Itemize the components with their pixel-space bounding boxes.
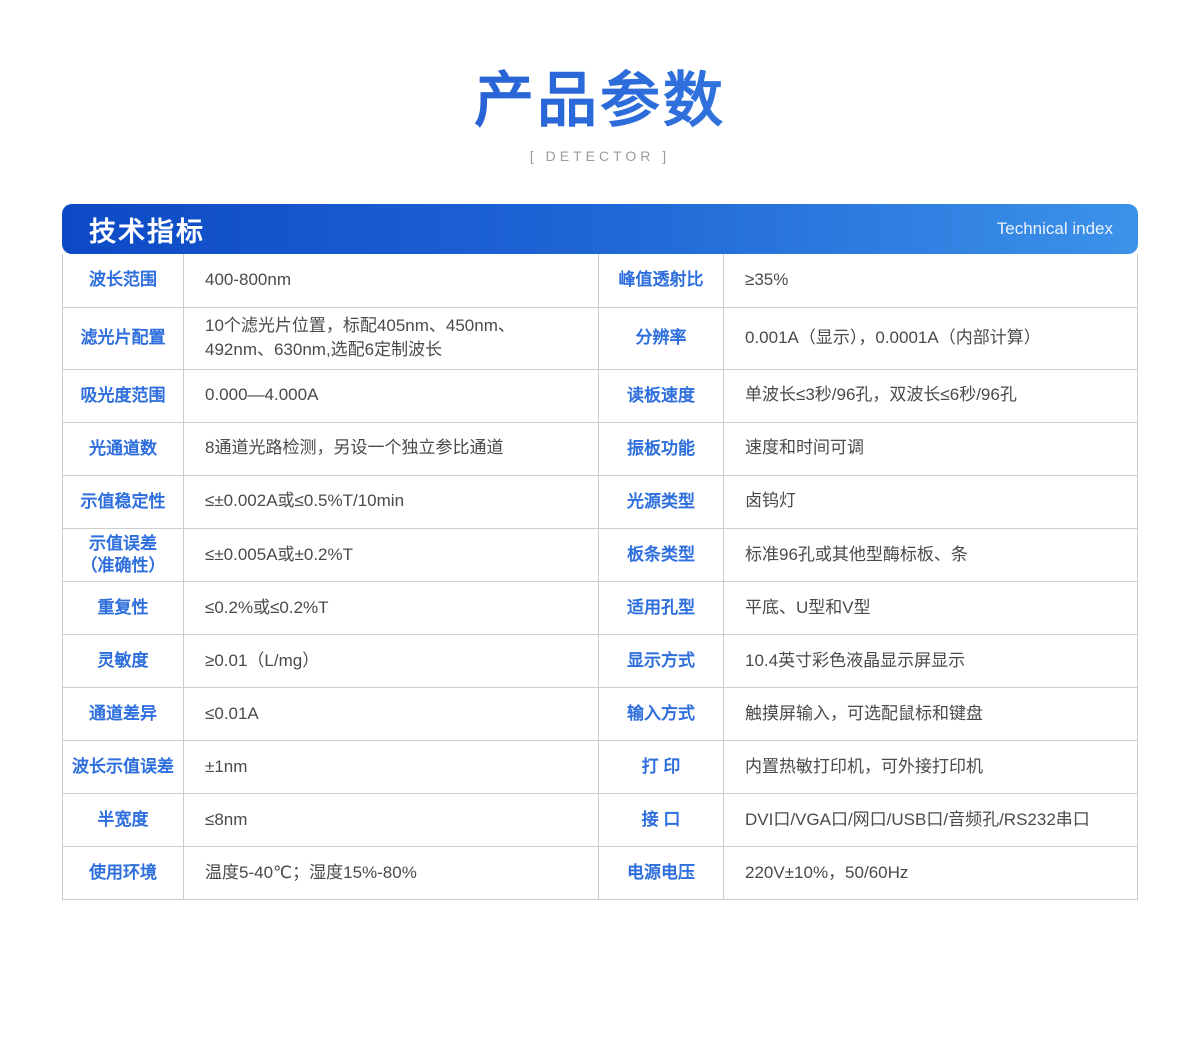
spec-label: 读板速度 (599, 369, 724, 422)
spec-value: ≥35% (724, 254, 1138, 307)
spec-value: 卤钨灯 (724, 475, 1138, 528)
table-row: 重复性 ≤0.2%或≤0.2%T 适用孔型 平底、U型和V型 (63, 581, 1138, 634)
spec-label: 波长示值误差 (63, 740, 184, 793)
table-row: 灵敏度 ≥0.01（L/mg） 显示方式 10.4英寸彩色液晶显示屏显示 (63, 634, 1138, 687)
table-row: 波长范围 400-800nm 峰值透射比 ≥35% (63, 254, 1138, 307)
spec-label: 板条类型 (599, 528, 724, 581)
spec-value: ≤0.01A (184, 687, 599, 740)
spec-value: 400-800nm (184, 254, 599, 307)
spec-value: 温度5-40℃；湿度15%-80% (184, 846, 599, 899)
panel-title: 技术指标 (89, 210, 205, 249)
panel-header: 技术指标 Technical index (62, 204, 1138, 254)
spec-value: 触摸屏输入，可选配鼠标和键盘 (724, 687, 1138, 740)
spec-value: 0.001A（显示），0.0001A（内部计算） (724, 307, 1138, 369)
spec-value: 标准96孔或其他型酶标板、条 (724, 528, 1138, 581)
table-row: 通道差异 ≤0.01A 输入方式 触摸屏输入，可选配鼠标和键盘 (63, 687, 1138, 740)
spec-value: 速度和时间可调 (724, 422, 1138, 475)
spec-value: ±1nm (184, 740, 599, 793)
spec-label: 接 口 (599, 793, 724, 846)
page-subtitle: [ DETECTOR ] (0, 148, 1200, 164)
page: 产品参数 [ DETECTOR ] 技术指标 Technical index 波… (0, 68, 1200, 900)
spec-value: 220V±10%，50/60Hz (724, 846, 1138, 899)
spec-value: ≤8nm (184, 793, 599, 846)
spec-value: 0.000—4.000A (184, 369, 599, 422)
spec-value: ≤0.2%或≤0.2%T (184, 581, 599, 634)
table-row: 示值误差 （准确性） ≤±0.005A或±0.2%T 板条类型 标准96孔或其他… (63, 528, 1138, 581)
spec-label: 分辨率 (599, 307, 724, 369)
spec-label: 峰值透射比 (599, 254, 724, 307)
spec-label: 示值误差 （准确性） (63, 528, 184, 581)
spec-label: 显示方式 (599, 634, 724, 687)
spec-label: 通道差异 (63, 687, 184, 740)
spec-value: DVI口/VGA口/网口/USB口/音频孔/RS232串口 (724, 793, 1138, 846)
spec-label: 示值稳定性 (63, 475, 184, 528)
table-row: 示值稳定性 ≤±0.002A或≤0.5%T/10min 光源类型 卤钨灯 (63, 475, 1138, 528)
spec-value: ≤±0.005A或±0.2%T (184, 528, 599, 581)
spec-label: 吸光度范围 (63, 369, 184, 422)
spec-value: ≥0.01（L/mg） (184, 634, 599, 687)
panel-title-english: Technical index (997, 219, 1113, 239)
spec-label: 重复性 (63, 581, 184, 634)
spec-value: 单波长≤3秒/96孔，双波长≤6秒/96孔 (724, 369, 1138, 422)
spec-label: 适用孔型 (599, 581, 724, 634)
spec-label: 光源类型 (599, 475, 724, 528)
spec-label: 使用环境 (63, 846, 184, 899)
spec-value: ≤±0.002A或≤0.5%T/10min (184, 475, 599, 528)
table-row: 半宽度 ≤8nm 接 口 DVI口/VGA口/网口/USB口/音频孔/RS232… (63, 793, 1138, 846)
spec-label: 灵敏度 (63, 634, 184, 687)
spec-value: 8通道光路检测，另设一个独立参比通道 (184, 422, 599, 475)
spec-label: 电源电压 (599, 846, 724, 899)
table-row: 波长示值误差 ±1nm 打 印 内置热敏打印机，可外接打印机 (63, 740, 1138, 793)
table-row: 吸光度范围 0.000—4.000A 读板速度 单波长≤3秒/96孔，双波长≤6… (63, 369, 1138, 422)
spec-value: 平底、U型和V型 (724, 581, 1138, 634)
spec-value: 10个滤光片位置，标配405nm、450nm、 492nm、630nm,选配6定… (184, 307, 599, 369)
table-row: 滤光片配置 10个滤光片位置，标配405nm、450nm、 492nm、630n… (63, 307, 1138, 369)
spec-label: 波长范围 (63, 254, 184, 307)
spec-label: 半宽度 (63, 793, 184, 846)
spec-value: 内置热敏打印机，可外接打印机 (724, 740, 1138, 793)
spec-value: 10.4英寸彩色液晶显示屏显示 (724, 634, 1138, 687)
spec-label: 振板功能 (599, 422, 724, 475)
spec-label: 滤光片配置 (63, 307, 184, 369)
spec-label: 输入方式 (599, 687, 724, 740)
table-row: 使用环境 温度5-40℃；湿度15%-80% 电源电压 220V±10%，50/… (63, 846, 1138, 899)
table-row: 光通道数 8通道光路检测，另设一个独立参比通道 振板功能 速度和时间可调 (63, 422, 1138, 475)
page-title: 产品参数 (0, 68, 1200, 134)
spec-label: 光通道数 (63, 422, 184, 475)
spec-label: 打 印 (599, 740, 724, 793)
spec-panel: 技术指标 Technical index 波长范围 400-800nm 峰值透射… (62, 204, 1138, 900)
spec-table: 波长范围 400-800nm 峰值透射比 ≥35% 滤光片配置 10个滤光片位置… (62, 254, 1138, 900)
